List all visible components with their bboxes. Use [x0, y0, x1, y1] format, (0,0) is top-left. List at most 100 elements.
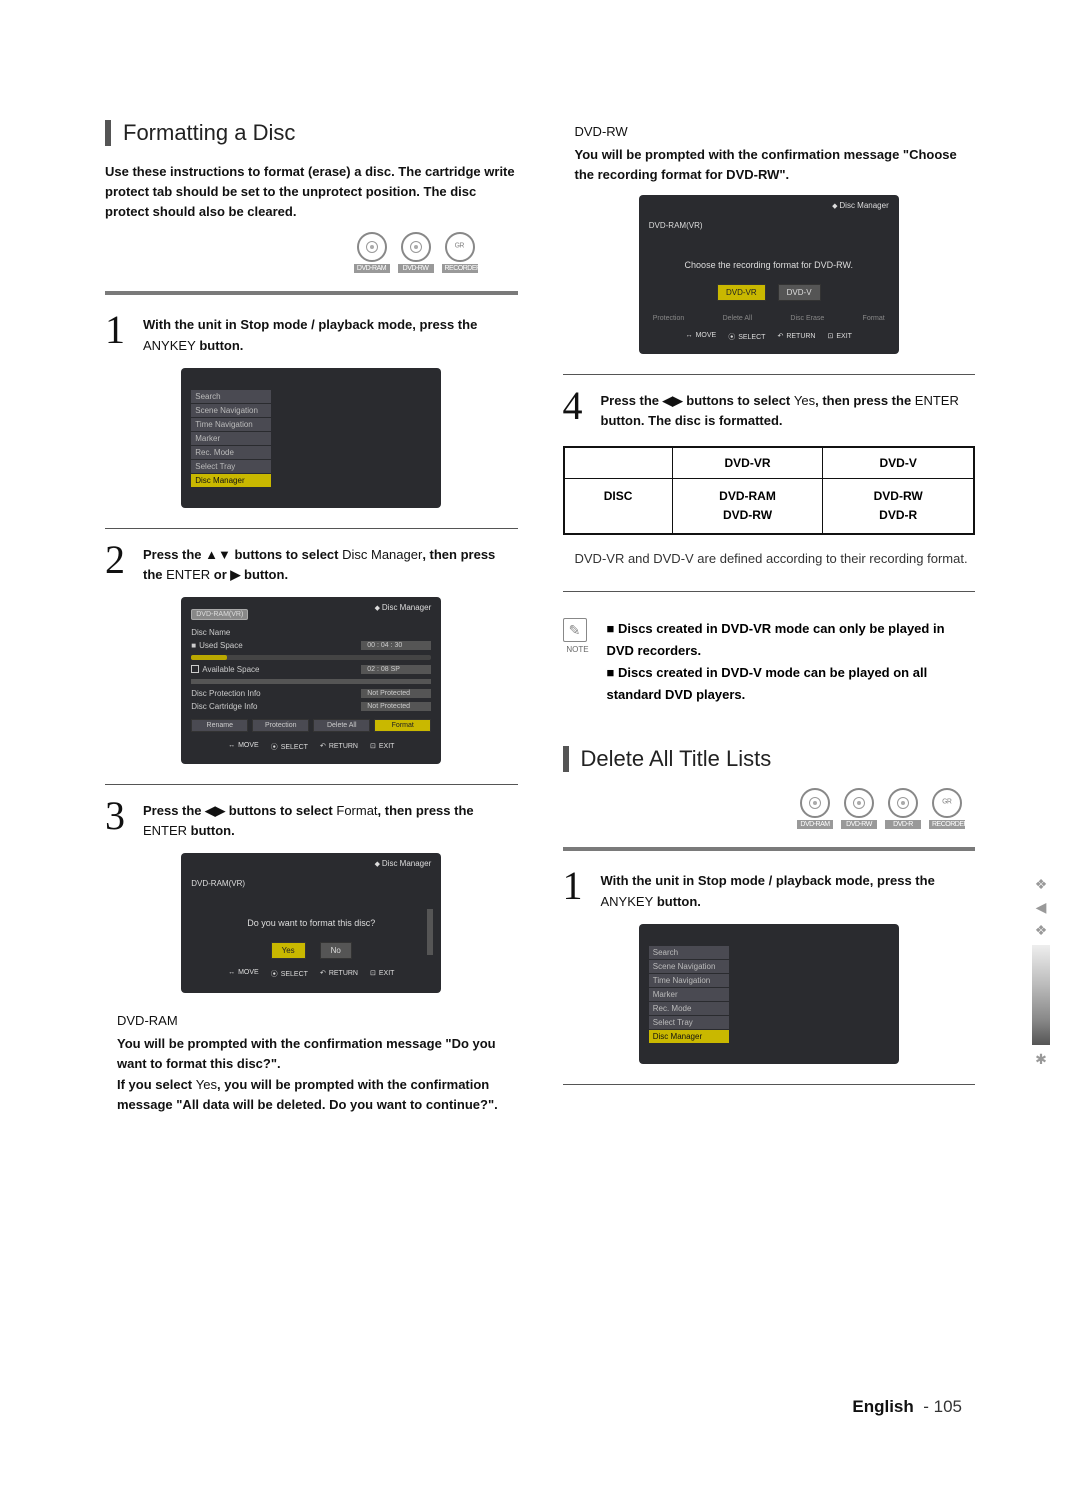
label: Available Space [191, 665, 259, 674]
disc-badge: DVD-RAM(VR) [649, 221, 889, 230]
supported-disc-icons: DVD-RAM DVD-RW ᴳᴿRECORDER [105, 232, 518, 273]
label: Disc Cartridge Info [191, 702, 257, 711]
page-footer: English - 105 [852, 1397, 962, 1417]
menu-list: Search Scene Navigation Time Navigation … [649, 946, 729, 1043]
available-bar [191, 679, 431, 684]
section-bar [105, 120, 111, 146]
panel-header: Disc Manager [832, 201, 889, 210]
protection-button: Protection [252, 719, 309, 732]
recorder-icon: ᴳᴿRECORDER [929, 788, 965, 829]
menu-item: Marker [649, 988, 729, 1001]
bottom-strip: Protection [653, 315, 685, 322]
nav-exit: EXIT [370, 742, 394, 752]
yes-button: Yes [271, 942, 306, 959]
dvd-ram-icon: DVD-RAM [797, 788, 833, 829]
divider [105, 528, 518, 529]
nav-select: SELECT [728, 332, 765, 342]
step-number: 3 [105, 799, 133, 833]
step-number: 2 [105, 543, 133, 577]
menu-item: Marker [191, 432, 271, 445]
table-header-blank [565, 448, 673, 478]
menu-item: Rec. Mode [649, 1002, 729, 1015]
panel-header: Disc Manager [375, 603, 432, 612]
section-title: Delete All Title Lists [581, 746, 772, 772]
menu-item: Select Tray [191, 460, 271, 473]
prompt-text: Choose the recording format for DVD-RW. [649, 260, 889, 270]
label: Disc Name [191, 628, 230, 637]
section-title: Formatting a Disc [123, 120, 295, 146]
step-number: 1 [563, 869, 591, 903]
nav-exit: EXIT [370, 969, 394, 979]
delete-all-button: Delete All [313, 719, 370, 732]
step-number: 1 [105, 313, 133, 347]
section-heading-formatting: Formatting a Disc [105, 120, 518, 146]
nav-bar: MOVE SELECT RETURN EXIT [649, 332, 889, 342]
table-header: DVD-V [823, 448, 973, 478]
note-icon: ✎ NOTE [563, 618, 593, 706]
table-caption: DVD-VR and DVD-V are defined according t… [575, 549, 976, 569]
nav-exit: EXIT [827, 332, 851, 342]
dvd-rw-icon: DVD-RW [398, 232, 434, 273]
step-1-delete: 1 With the unit in Stop mode / playback … [563, 869, 976, 911]
step-3: 3 Press the ◀▶ buttons to select Format,… [105, 799, 518, 841]
label: ■Used Space [191, 641, 242, 650]
dvd-rw-text: You will be prompted with the confirmati… [575, 145, 976, 185]
disc-manager-screenshot: Disc Manager DVD-RAM(VR) Disc Name ■Used… [181, 597, 441, 764]
dvd-v-button: DVD-V [778, 284, 821, 301]
step-text: Press the ◀▶ buttons to select Format, t… [143, 799, 518, 841]
label: Disc Protection Info [191, 689, 260, 698]
menu-item: Search [649, 946, 729, 959]
panel-header: Disc Manager [375, 859, 432, 868]
nav-bar: MOVE SELECT RETURN EXIT [191, 742, 431, 752]
dvd-r-icon: DVD-R [885, 788, 921, 829]
nav-bar: MOVE SELECT RETURN EXIT [191, 969, 431, 979]
section-bar [563, 746, 569, 772]
menu-item: Search [191, 390, 271, 403]
divider [563, 374, 976, 375]
anykey-menu-screenshot: Search Scene Navigation Time Navigation … [639, 924, 899, 1064]
nav-move: MOVE [686, 332, 717, 342]
nav-move: MOVE [228, 742, 259, 752]
menu-item: Select Tray [649, 1016, 729, 1029]
step-1: 1 With the unit in Stop mode / playback … [105, 313, 518, 355]
recorder-icon: ᴳᴿRECORDER [442, 232, 478, 273]
table-row-label: DISC [565, 479, 673, 533]
step-text: Press the ▲▼ buttons to select Disc Mana… [143, 543, 518, 585]
rename-button: Rename [191, 719, 248, 732]
yes-no-row: Yes No [191, 942, 431, 959]
button-row: Rename Protection Delete All Format [191, 719, 431, 732]
menu-item-active: Disc Manager [191, 474, 271, 487]
divider [105, 291, 518, 295]
divider [105, 784, 518, 785]
intro-text: Use these instructions to format (erase)… [105, 162, 518, 222]
dvd-ram-text: You will be prompted with the confirmati… [117, 1034, 518, 1115]
section-heading-delete: Delete All Title Lists [563, 746, 976, 772]
side-decoration: ❖ ◀ ❖ ✱ [1032, 870, 1050, 1074]
table-cell: DVD-RAMDVD-RW [673, 479, 824, 533]
note-text: ■ Discs created in DVD-VR mode can only … [607, 618, 976, 706]
table-cell: DVD-RWDVD-R [823, 479, 973, 533]
nav-return: RETURN [320, 969, 358, 979]
format-prompt-screenshot: Disc Manager DVD-RAM(VR) Do you want to … [181, 853, 441, 993]
anykey-menu-screenshot: Search Scene Navigation Time Navigation … [181, 368, 441, 508]
step-4: 4 Press the ◀▶ buttons to select Yes, th… [563, 389, 976, 431]
side-indicator [427, 909, 433, 955]
nav-return: RETURN [320, 742, 358, 752]
value: Not Protected [361, 702, 431, 711]
menu-list: Search Scene Navigation Time Navigation … [191, 390, 271, 487]
step-text: Press the ◀▶ buttons to select Yes, then… [601, 389, 976, 431]
divider [563, 591, 976, 592]
step-text: With the unit in Stop mode / playback mo… [143, 313, 518, 355]
prompt-text: Do you want to format this disc? [191, 918, 431, 928]
value: 02 : 08 SP [361, 665, 431, 674]
nav-return: RETURN [777, 332, 815, 342]
menu-item: Scene Navigation [649, 960, 729, 973]
dvd-rw-heading: DVD-RW [575, 124, 976, 139]
dvd-ram-icon: DVD-RAM [354, 232, 390, 273]
note-box: ✎ NOTE ■ Discs created in DVD-VR mode ca… [563, 618, 976, 706]
menu-item-active: Disc Manager [649, 1030, 729, 1043]
nav-select: SELECT [271, 742, 308, 752]
dvd-ram-heading: DVD-RAM [117, 1013, 518, 1028]
nav-select: SELECT [271, 969, 308, 979]
menu-item: Scene Navigation [191, 404, 271, 417]
